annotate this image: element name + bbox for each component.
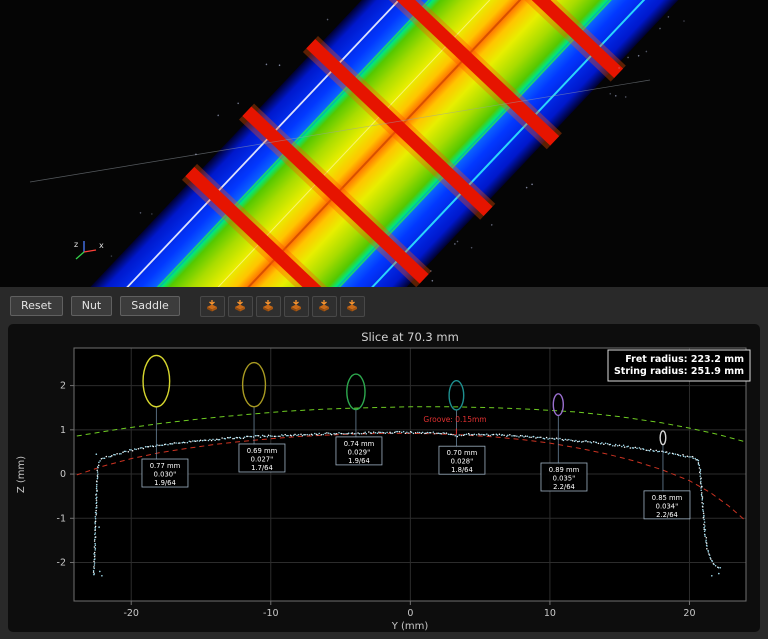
scan-noise-dot xyxy=(470,246,473,249)
scan-noise-dot xyxy=(326,18,329,21)
y-tick-label: -1 xyxy=(57,513,66,524)
x-tick-label: 10 xyxy=(544,608,556,619)
measurement-text: 1.9/64 xyxy=(348,457,370,465)
scan-noise-dot xyxy=(531,183,533,186)
toolbar: Reset Nut Saddle xyxy=(10,294,365,318)
measurement-text: 0.030" xyxy=(154,471,177,479)
measurement-text: 0.027" xyxy=(251,455,274,463)
scan-noise-dot xyxy=(265,63,268,66)
scan-noise-dot xyxy=(490,224,493,226)
measurement-text: 0.035" xyxy=(553,475,576,483)
slice-title: Slice at 70.3 mm xyxy=(361,330,459,344)
measurement-text: 0.85 mm xyxy=(652,494,683,502)
viewer-3d[interactable]: z x xyxy=(0,0,768,287)
measurement-text: 0.70 mm xyxy=(447,449,478,457)
slice-panel: 0.77 mm 0.030" 1.9/64 0.69 mm 0.027" 1.7/64 0.… xyxy=(8,324,760,632)
scan-noise-dot xyxy=(627,56,629,59)
nut-button[interactable]: Nut xyxy=(70,296,113,316)
legend-line: Fret radius: 223.2 mm xyxy=(625,354,744,365)
scan-noise-dot xyxy=(683,20,685,22)
axis-triad: z x xyxy=(74,240,104,260)
axis-y-arrow xyxy=(75,251,85,260)
view-cube-icon xyxy=(347,300,358,312)
axis-x-label: x xyxy=(99,241,104,250)
y-axis-label: Z (mm) xyxy=(16,456,27,493)
scan-noise-dot xyxy=(645,50,648,53)
scan-noise-dot xyxy=(454,243,456,245)
view-cube-icon xyxy=(207,300,218,312)
scan-noise-dot xyxy=(217,114,219,117)
y-tick-label: 2 xyxy=(60,381,66,392)
view-cube-icon xyxy=(235,300,246,312)
groove-label: Groove: 0.15mm xyxy=(423,415,486,424)
view-back-button[interactable] xyxy=(283,295,309,317)
x-tick-label: -20 xyxy=(123,608,139,619)
scan-noise-dot xyxy=(614,94,617,97)
scan-noise-dot xyxy=(139,212,142,214)
axis-z-label: z xyxy=(74,240,78,249)
view-cube-icon xyxy=(319,300,330,312)
scan-noise-dot xyxy=(659,27,661,30)
x-tick-label: 20 xyxy=(683,608,695,619)
scan-noise-dot xyxy=(110,255,113,257)
scan-3d-svg: z x xyxy=(29,0,728,287)
scan-noise-dot xyxy=(624,96,627,98)
saddle-button[interactable]: Saddle xyxy=(120,296,180,316)
slice-chart[interactable]: 0.77 mm0.030"1.9/640.69 mm0.027"1.7/640.… xyxy=(8,324,760,632)
measurement-text: 2.2/64 xyxy=(553,483,575,491)
measurement-text: 0.89 mm xyxy=(549,466,580,474)
scan-noise-dot xyxy=(151,213,153,215)
measurement-text: 0.034" xyxy=(656,502,679,510)
measurement-text: 1.7/64 xyxy=(251,464,273,472)
scan-noise-dot xyxy=(278,64,281,67)
y-tick-label: -2 xyxy=(57,558,66,569)
measurement-text: 0.69 mm xyxy=(247,447,278,455)
y-tick-label: 0 xyxy=(60,469,66,480)
view-cube-icon xyxy=(291,300,302,312)
view-front-button[interactable] xyxy=(255,295,281,317)
view-cube-icon xyxy=(263,300,274,312)
measurement-text: 1.8/64 xyxy=(451,466,473,474)
reset-button[interactable]: Reset xyxy=(10,296,63,316)
scan-heatmap-band xyxy=(51,0,728,287)
measurement-text: 0.74 mm xyxy=(344,440,375,448)
view-bottom-button[interactable] xyxy=(227,295,253,317)
view-top-button[interactable] xyxy=(199,295,225,317)
scan-noise-dot xyxy=(431,279,434,282)
axis-x-arrow xyxy=(83,249,97,253)
measurement-text: 0.028" xyxy=(451,458,474,466)
scan-noise-dot xyxy=(237,102,239,105)
scan-noise-dot xyxy=(667,16,670,18)
scan-noise-dot xyxy=(456,240,459,243)
measurement-text: 0.77 mm xyxy=(150,462,181,470)
view-right-button[interactable] xyxy=(339,295,365,317)
view-left-button[interactable] xyxy=(311,295,337,317)
x-tick-label: 0 xyxy=(407,608,413,619)
scan-noise-dot xyxy=(637,54,640,57)
y-tick-label: 1 xyxy=(60,425,66,436)
measurement-text: 2.2/64 xyxy=(656,511,678,519)
scan-noise-dot xyxy=(609,92,612,95)
measurement-text: 0.029" xyxy=(348,448,371,456)
x-tick-label: -10 xyxy=(263,608,279,619)
scan-noise-dot xyxy=(525,186,528,189)
measurement-text: 1.9/64 xyxy=(154,479,176,487)
x-axis-label: Y (mm) xyxy=(391,621,429,632)
legend: Fret radius: 223.2 mmString radius: 251.… xyxy=(607,349,751,382)
view-preset-group xyxy=(199,295,365,317)
legend-line: String radius: 251.9 mm xyxy=(614,366,744,377)
